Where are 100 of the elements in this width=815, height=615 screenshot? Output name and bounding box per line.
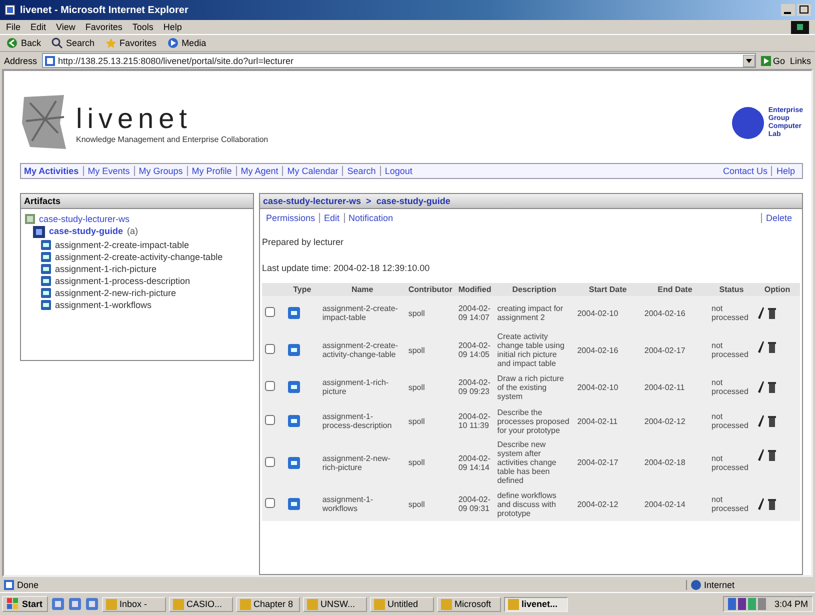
address-field[interactable]: http://138.25.13.215:8080/livenet/portal/site.do?url=lecturer bbox=[42, 53, 756, 68]
taskbar-button[interactable]: livenet... bbox=[504, 596, 568, 612]
update-text: Last update time: 2004-02-18 12:39:10.00 bbox=[261, 262, 431, 275]
trash-icon bbox=[768, 341, 776, 353]
toolbar-button[interactable]: Search bbox=[49, 37, 97, 49]
tree-item[interactable]: assignment-2-create-impact-table bbox=[55, 240, 190, 250]
table-cell: 2004-02-09 14:14 bbox=[455, 438, 494, 487]
tree-item[interactable]: case-study-guide bbox=[49, 226, 124, 236]
toolbar-button[interactable]: Media bbox=[164, 37, 208, 49]
action-link[interactable]: Permissions bbox=[266, 213, 320, 223]
taskbar-button[interactable]: UNSW... bbox=[302, 596, 367, 612]
pencil-icon bbox=[758, 449, 764, 461]
document-icon bbox=[288, 498, 300, 510]
pencil-icon bbox=[758, 307, 764, 319]
status-text: Done bbox=[17, 580, 39, 590]
taskbar-button[interactable]: Microsoft bbox=[436, 596, 501, 612]
trash-icon bbox=[768, 449, 776, 461]
breadcrumb-text[interactable]: > bbox=[366, 196, 372, 206]
toolbar-button[interactable]: Back bbox=[4, 37, 44, 49]
nav-link[interactable]: My Calendar bbox=[282, 166, 342, 176]
globe-icon bbox=[691, 580, 701, 590]
row-checkbox[interactable] bbox=[265, 344, 275, 354]
action-link[interactable]: Notification bbox=[344, 213, 398, 223]
table-cell: 2004-02-11 bbox=[641, 370, 709, 404]
row-checkbox[interactable] bbox=[265, 381, 275, 391]
tree-item[interactable]: assignment-2-create-activity-change-table bbox=[55, 252, 223, 262]
row-checkbox[interactable] bbox=[265, 498, 275, 508]
tree-item[interactable]: case-study-lecturer-ws bbox=[39, 214, 130, 224]
quick-launch-button[interactable] bbox=[68, 598, 82, 610]
table-cell: 2004-02-11 bbox=[574, 404, 642, 438]
menu-item[interactable]: Favorites bbox=[85, 22, 122, 32]
row-checkbox[interactable] bbox=[265, 307, 275, 317]
breadcrumb-text[interactable]: case-study-guide bbox=[376, 196, 450, 206]
taskbar-button[interactable]: Chapter 8 bbox=[236, 596, 300, 612]
window-controls-icon bbox=[781, 4, 811, 16]
table-cell: assignment-1-workflows bbox=[319, 487, 406, 521]
nav-link[interactable]: Contact Us bbox=[722, 166, 772, 176]
nav-link[interactable]: My Groups bbox=[134, 166, 187, 176]
menu-item[interactable]: View bbox=[56, 22, 76, 32]
links-label[interactable]: Links bbox=[790, 56, 811, 66]
table-cell: Draw a rich picture of the existing system bbox=[494, 370, 574, 404]
column-header: Status bbox=[708, 283, 755, 296]
tree-item[interactable]: assignment-1-rich-picture bbox=[55, 264, 157, 274]
start-button[interactable]: Start bbox=[2, 596, 48, 612]
row-checkbox[interactable] bbox=[265, 456, 275, 466]
column-header: Option bbox=[754, 283, 800, 296]
trash-icon bbox=[768, 307, 776, 319]
quick-launch-button[interactable] bbox=[50, 598, 65, 610]
table-cell: 2004-02-09 09:23 bbox=[455, 370, 494, 404]
toolbar-button[interactable]: Favorites bbox=[102, 37, 159, 49]
search-icon bbox=[51, 37, 64, 49]
column-header: Name bbox=[319, 283, 406, 296]
table-cell: not processed bbox=[708, 404, 755, 438]
zone-text: Internet bbox=[704, 580, 735, 590]
table-cell: 2004-02-12 bbox=[574, 487, 642, 521]
breadcrumb-text[interactable]: case-study-lecturer-ws bbox=[263, 196, 362, 206]
table-cell: 2004-02-17 bbox=[641, 330, 709, 370]
table-cell: 2004-02-14 bbox=[641, 487, 709, 521]
table-cell: 2004-02-17 bbox=[574, 438, 642, 487]
document-icon bbox=[288, 344, 300, 356]
table-cell: 2004-02-10 bbox=[574, 296, 642, 330]
menu-item[interactable]: File bbox=[6, 22, 21, 32]
quick-launch-button[interactable] bbox=[84, 598, 99, 610]
nav-link[interactable]: Search bbox=[342, 166, 380, 176]
menu-item[interactable]: Help bbox=[163, 22, 182, 32]
go-button[interactable]: Go bbox=[760, 56, 785, 66]
table-cell: spoll bbox=[405, 370, 456, 404]
menu-item[interactable]: Tools bbox=[132, 22, 154, 32]
app-icon bbox=[86, 598, 98, 610]
nav-link[interactable]: My Agent bbox=[236, 166, 282, 176]
window-icon bbox=[306, 598, 318, 610]
nav-link[interactable]: Help bbox=[771, 166, 799, 176]
taskbar-button[interactable]: Inbox - bbox=[102, 596, 166, 612]
window-icon bbox=[508, 598, 519, 610]
document-icon bbox=[288, 307, 300, 319]
windows-logo-icon bbox=[791, 20, 809, 34]
menu-item[interactable]: Edit bbox=[30, 22, 46, 32]
window-icon bbox=[172, 598, 184, 610]
tree-item[interactable]: assignment-1-process-description bbox=[55, 276, 190, 286]
table-cell: spoll bbox=[405, 487, 456, 521]
action-link[interactable]: Edit bbox=[319, 213, 344, 223]
table-cell: assignment-2-new-rich-picture bbox=[319, 438, 406, 487]
pencil-icon bbox=[758, 381, 764, 393]
tree-item[interactable]: assignment-2-new-rich-picture bbox=[55, 288, 176, 298]
tray-icon bbox=[728, 598, 768, 610]
nav-link[interactable]: My Events bbox=[82, 166, 134, 176]
nav-link[interactable]: My Profile bbox=[186, 166, 236, 176]
taskbar-button[interactable]: Untitled bbox=[370, 596, 434, 612]
taskbar-button[interactable]: CASIO... bbox=[168, 596, 233, 612]
nav-link[interactable]: Logout bbox=[380, 166, 416, 176]
table-cell: not processed bbox=[708, 296, 755, 330]
tree-item[interactable]: assignment-1-workflows bbox=[55, 300, 152, 310]
table-cell: Describe the processes proposed for your prototype bbox=[494, 404, 574, 438]
pencil-icon bbox=[758, 498, 764, 510]
row-checkbox[interactable] bbox=[265, 415, 275, 425]
delete-link[interactable]: Delete bbox=[760, 213, 796, 223]
page-icon bbox=[4, 4, 16, 16]
table-cell: 2004-02-10 bbox=[574, 370, 642, 404]
nav-link[interactable]: My Activities bbox=[24, 166, 83, 176]
table-cell: 2004-02-16 bbox=[641, 296, 709, 330]
